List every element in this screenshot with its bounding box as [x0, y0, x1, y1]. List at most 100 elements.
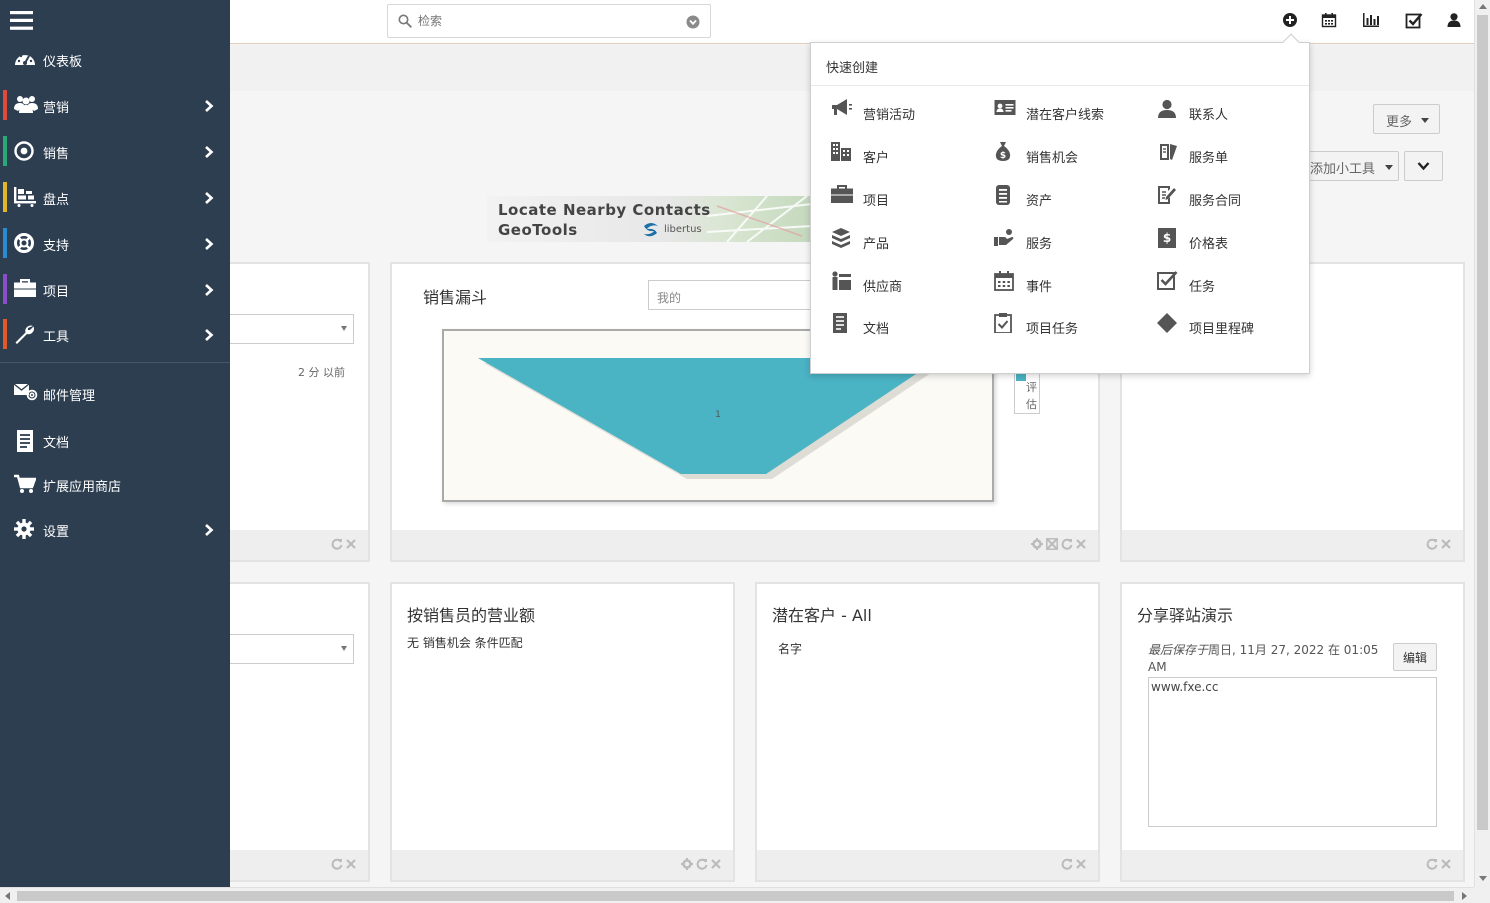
horizontal-scrollbar[interactable]	[0, 887, 1474, 903]
dashlet-footer	[224, 530, 368, 560]
quick-create-product[interactable]: 产品	[831, 224, 986, 254]
gear-icon[interactable]	[681, 858, 693, 870]
close-icon[interactable]	[1076, 538, 1086, 550]
refresh-icon[interactable]	[331, 538, 343, 550]
quick-create-contact[interactable]: 联系人	[1157, 95, 1312, 125]
sidebar-item-inventory[interactable]: 盘点	[0, 178, 230, 216]
quick-create-event[interactable]: 事件	[994, 267, 1149, 297]
user-icon[interactable]	[1446, 12, 1464, 30]
quick-create-asset[interactable]: 资产	[994, 181, 1149, 211]
quick-create-label: 联系人	[1189, 108, 1229, 123]
close-icon[interactable]	[1076, 858, 1086, 870]
sidebar-item-sales[interactable]: 销售	[0, 132, 230, 170]
plus-circle-icon[interactable]	[1282, 12, 1300, 30]
quick-create-document[interactable]: 文档	[831, 309, 986, 339]
scroll-up-icon[interactable]	[1479, 4, 1487, 9]
close-icon[interactable]	[1441, 538, 1451, 550]
geotools-banner[interactable]: Locate Nearby Contacts GeoTools libertus	[487, 196, 812, 242]
bar-chart-icon[interactable]	[1362, 12, 1380, 30]
dashboard-options-button[interactable]	[1404, 151, 1443, 181]
dashlet-revenue-by-salesperson: 按销售员的营业额 无 销售机会 条件匹配	[390, 582, 735, 882]
quick-create-opportunity[interactable]: $ 销售机会	[994, 138, 1149, 168]
close-icon[interactable]	[346, 858, 356, 870]
fullscreen-icon[interactable]	[1046, 538, 1058, 550]
sidebar-item-dashboard[interactable]: 仪表板	[0, 40, 230, 78]
close-icon[interactable]	[1441, 858, 1451, 870]
sidebar-item-support[interactable]: 支持	[0, 224, 230, 262]
select-caret-icon	[341, 646, 347, 651]
sidebar-item-marketing[interactable]: 营销	[0, 86, 230, 124]
quick-create-service[interactable]: 服务	[994, 224, 1149, 254]
sidebar-item-label: 工具	[43, 330, 70, 345]
dashlet-footer	[757, 850, 1098, 880]
column-header-name[interactable]: 名字	[778, 640, 802, 657]
vertical-scrollbar[interactable]	[1474, 0, 1490, 887]
banner-subtitle: GeoTools	[498, 221, 578, 239]
quick-create-service-contract[interactable]: 服务合同	[1157, 181, 1312, 211]
sidebar-accent-bar	[3, 90, 7, 120]
sidebar-item-projects[interactable]: 项目	[0, 270, 230, 308]
briefcase-icon	[831, 185, 853, 203]
funnel-filter-select[interactable]: 我的	[648, 280, 818, 310]
service-hand-icon	[994, 228, 1016, 248]
sidebar-item-app-store[interactable]: 扩展应用商店	[0, 465, 230, 503]
vendor-icon	[831, 271, 853, 291]
more-button[interactable]: 更多	[1373, 104, 1440, 134]
quick-create-project-task[interactable]: 项目任务	[994, 309, 1149, 339]
refresh-icon[interactable]	[1426, 538, 1438, 550]
funnel-data-label: 1	[715, 410, 721, 420]
horizontal-scroll-thumb[interactable]	[17, 891, 1454, 901]
box-icon	[831, 228, 851, 248]
dashlet-filter-select[interactable]	[224, 314, 354, 344]
calendar-icon[interactable]	[1321, 12, 1339, 30]
gear-icon[interactable]	[1031, 538, 1043, 550]
add-widget-button[interactable]: 添加小工具	[1300, 151, 1399, 181]
vertical-scroll-thumb[interactable]	[1477, 15, 1488, 830]
chevron-right-icon	[204, 328, 214, 342]
refresh-icon[interactable]	[1061, 858, 1073, 870]
edit-button[interactable]: 编辑	[1393, 643, 1437, 671]
funnel-segment[interactable]	[478, 358, 940, 474]
refresh-icon[interactable]	[331, 858, 343, 870]
quick-create-title: 快速创建	[826, 61, 879, 76]
quick-create-label: 服务	[1026, 237, 1053, 252]
quick-create-lead[interactable]: 潜在客户线索	[994, 95, 1149, 125]
quick-create-label: 服务合同	[1189, 194, 1242, 209]
dashlet-footer	[224, 850, 368, 880]
notebook-content[interactable]: www.fxe.cc	[1148, 677, 1437, 827]
quick-create-project[interactable]: 项目	[831, 181, 986, 211]
close-icon[interactable]	[346, 538, 356, 550]
refresh-icon[interactable]	[696, 858, 708, 870]
scroll-down-icon[interactable]	[1479, 876, 1487, 881]
asset-icon	[994, 185, 1012, 205]
dashlet-filter-select[interactable]	[224, 634, 354, 664]
chevron-right-icon	[204, 191, 214, 205]
sidebar-item-settings[interactable]: 设置	[0, 510, 230, 548]
hamburger-menu-icon[interactable]	[10, 11, 33, 30]
refresh-icon[interactable]	[1426, 858, 1438, 870]
sidebar-item-email[interactable]: 邮件管理	[0, 374, 230, 412]
sidebar-item-tools[interactable]: 工具	[0, 315, 230, 353]
quick-create-label: 销售机会	[1026, 151, 1079, 166]
quick-create-project-milestone[interactable]: 项目里程碑	[1157, 309, 1312, 339]
quick-create-vendor[interactable]: 供应商	[831, 267, 986, 297]
quick-create-campaign[interactable]: 营销活动	[831, 95, 986, 125]
search-input[interactable]	[418, 11, 668, 31]
sidebar-accent-bar	[3, 274, 7, 304]
search-dropdown-icon[interactable]	[686, 15, 700, 29]
quick-create-account[interactable]: 客户	[831, 138, 986, 168]
close-icon[interactable]	[711, 858, 721, 870]
quick-create-ticket[interactable]: 服务单	[1157, 138, 1312, 168]
scroll-left-icon[interactable]	[5, 892, 10, 900]
quick-create-price-book[interactable]: $ 价格表	[1157, 224, 1312, 254]
scroll-right-icon[interactable]	[1462, 892, 1467, 900]
check-square-icon[interactable]	[1405, 12, 1423, 30]
quick-create-task[interactable]: 任务	[1157, 267, 1312, 297]
briefcase-icon	[14, 279, 36, 297]
sidebar-item-documents[interactable]: 文档	[0, 421, 230, 459]
refresh-icon[interactable]	[1061, 538, 1073, 550]
global-search[interactable]	[387, 4, 711, 38]
sidebar-item-label: 盘点	[43, 193, 70, 208]
dashlet-footer	[1122, 530, 1463, 560]
last-updated-time: 2 分 以前	[298, 366, 345, 379]
